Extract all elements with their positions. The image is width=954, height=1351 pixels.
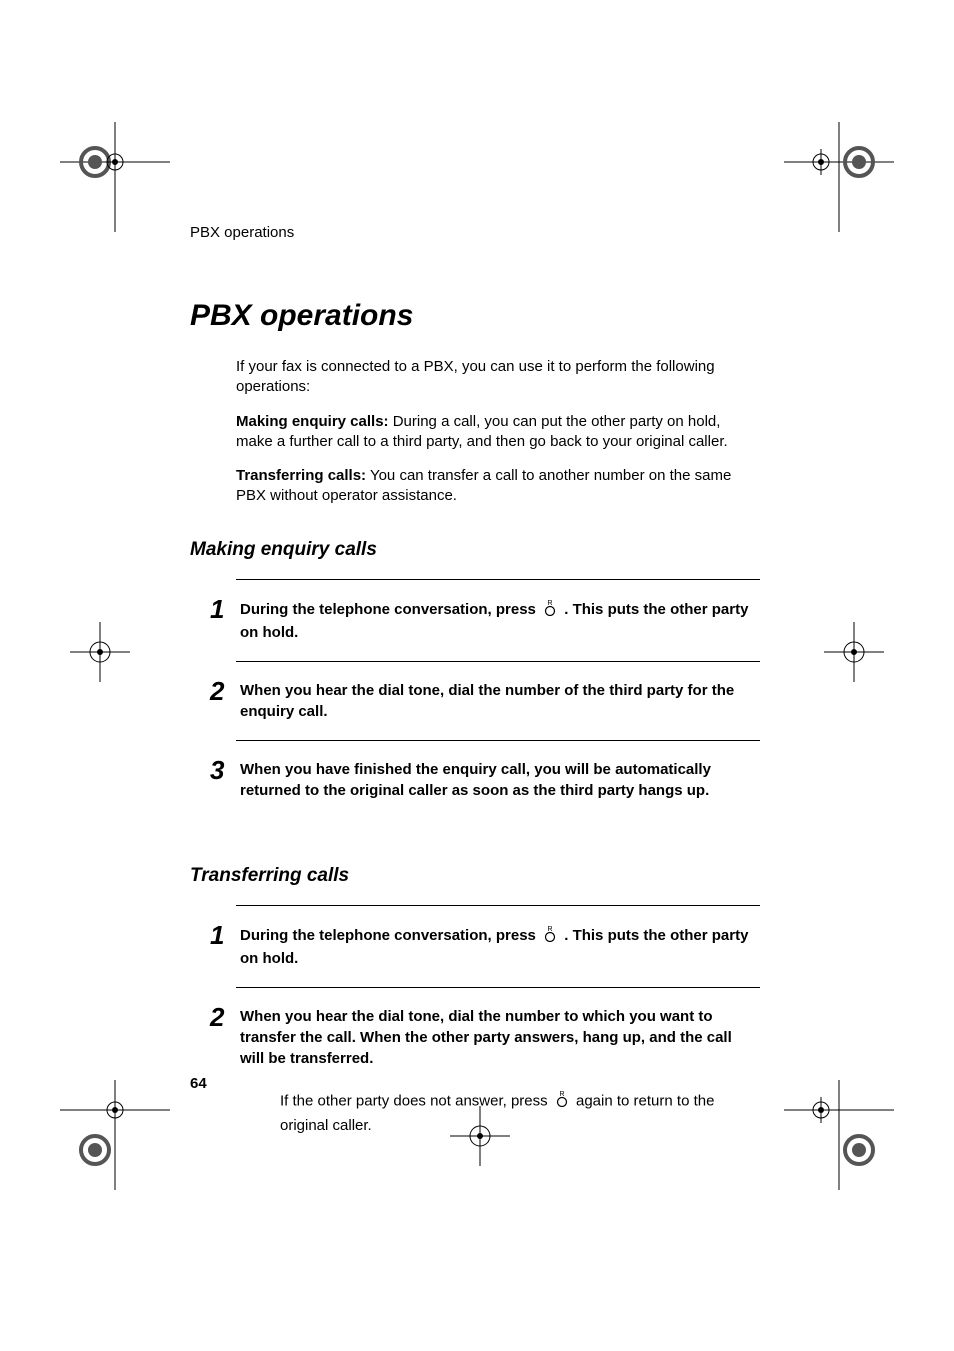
page-title: PBX operations [190,299,760,333]
content-column: PBX operations PBX operations If your fa… [190,224,760,1147]
enquiry-paragraph: Making enquiry calls: During a call, you… [236,412,760,453]
r-button-icon: R [555,1089,569,1114]
registration-mark-icon [60,1080,170,1190]
section-heading-enquiry: Making enquiry calls [190,539,760,561]
step-item: 1 During the telephone conversation, pre… [210,580,760,661]
step-text: During the telephone conversation, press… [240,598,760,643]
intro-paragraph: If your fax is connected to a PBX, you c… [236,357,760,398]
step-item: 1 During the telephone conversation, pre… [210,906,760,987]
step-item: 2 When you hear the dial tone, dial the … [210,988,760,1075]
step-number: 3 [210,757,240,783]
enquiry-label: Making enquiry calls: [236,413,389,430]
r-button-icon: R [543,598,557,622]
running-header: PBX operations [190,224,760,241]
step-number: 2 [210,678,240,704]
step-text: When you hear the dial tone, dial the nu… [240,680,760,722]
step-item: 3 When you have finished the enquiry cal… [210,741,760,819]
section-heading-transfer: Transferring calls [190,865,760,887]
step-text: When you have finished the enquiry call,… [240,759,760,801]
registration-mark-icon [60,122,170,232]
step-note: If the other party does not answer, pres… [280,1089,750,1138]
transfer-label: Transferring calls: [236,467,366,484]
page-number: 64 [190,1075,207,1092]
page: PBX operations PBX operations If your fa… [0,0,954,1351]
intro-block: If your fax is connected to a PBX, you c… [236,357,760,507]
registration-mark-icon [784,122,894,232]
step-text: When you hear the dial tone, dial the nu… [240,1006,760,1069]
step-number: 1 [210,922,240,948]
step-text: During the telephone conversation, press… [240,924,760,969]
registration-mark-icon [824,622,884,682]
step-item: 2 When you hear the dial tone, dial the … [210,662,760,740]
transfer-paragraph: Transferring calls: You can transfer a c… [236,466,760,507]
step-number: 1 [210,596,240,622]
r-button-icon: R [543,924,557,948]
step-number: 2 [210,1004,240,1030]
registration-mark-icon [70,622,130,682]
registration-mark-icon [784,1080,894,1190]
